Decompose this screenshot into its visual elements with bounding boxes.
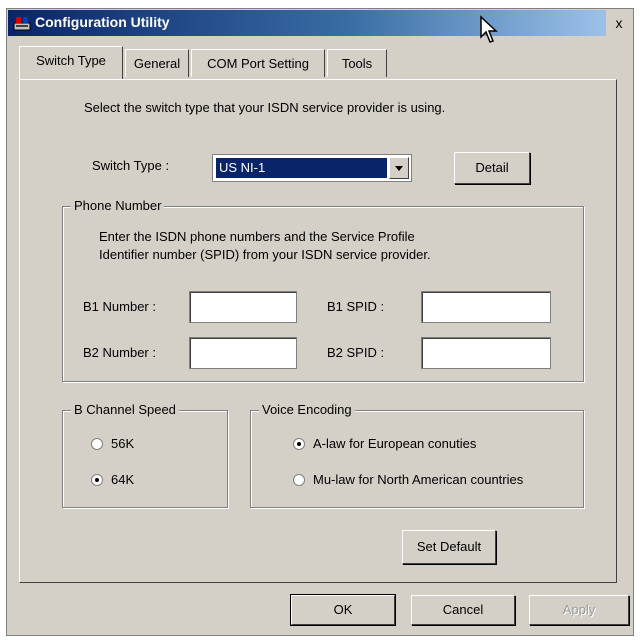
tab-switch-type[interactable]: Switch Type	[19, 46, 123, 79]
apply-button: Apply	[529, 595, 629, 625]
tab-label: General	[133, 56, 181, 71]
b1-number-label: B1 Number :	[83, 299, 156, 314]
cancel-button[interactable]: Cancel	[411, 595, 515, 625]
switch-type-select[interactable]: US NI-1	[212, 154, 412, 182]
b-channel-speed-group: B Channel Speed 56K 64K	[62, 402, 228, 508]
b1-spid-field[interactable]	[421, 291, 551, 323]
tab-label: COM Port Setting	[207, 56, 309, 71]
voice-encoding-title: Voice Encoding	[259, 402, 355, 417]
close-icon: x	[615, 15, 623, 31]
phone-number-group-title: Phone Number	[71, 198, 165, 213]
title-bar[interactable]: Configuration Utility x	[8, 10, 632, 36]
radio-64k-label: 64K	[111, 472, 135, 487]
tab-com-port-setting[interactable]: COM Port Setting	[191, 49, 325, 77]
radio-selected-dot	[297, 442, 301, 446]
radio-64k-button[interactable]	[91, 474, 103, 486]
radio-56k-label: 56K	[111, 436, 135, 451]
tab-label: Tools	[341, 56, 373, 71]
radio-64k[interactable]: 64K	[91, 471, 211, 491]
chevron-down-icon	[395, 166, 403, 171]
b1-number-field[interactable]	[189, 291, 297, 323]
radio-56k-button[interactable]	[91, 438, 103, 450]
radio-selected-dot	[95, 478, 99, 482]
window-title: Configuration Utility	[35, 14, 170, 30]
tab-tools[interactable]: Tools	[327, 49, 387, 77]
cancel-label: Cancel	[442, 602, 484, 617]
radio-mu-law[interactable]: Mu-law for North American countries	[293, 471, 583, 491]
detail-button[interactable]: Detail	[454, 152, 530, 184]
instruction-text: Select the switch type that your ISDN se…	[84, 100, 446, 115]
mouse-pointer-icon	[480, 15, 498, 43]
radio-56k[interactable]: 56K	[91, 435, 211, 455]
ok-button[interactable]: OK	[290, 594, 396, 626]
radio-a-law[interactable]: A-law for European conuties	[293, 435, 573, 455]
detail-button-label: Detail	[475, 160, 509, 175]
b-channel-speed-title: B Channel Speed	[71, 402, 179, 417]
radio-mu-law-button[interactable]	[293, 474, 305, 486]
b1-spid-label: B1 SPID :	[327, 299, 385, 314]
b2-number-label: B2 Number :	[83, 345, 156, 360]
b2-spid-label: B2 SPID :	[327, 345, 385, 360]
app-icon	[13, 17, 31, 31]
voice-encoding-group: Voice Encoding A-law for European conuti…	[250, 402, 584, 508]
set-default-label: Set Default	[416, 539, 482, 554]
close-button[interactable]: x	[606, 10, 632, 36]
switch-type-value: US NI-1	[216, 158, 387, 178]
phone-number-group: Phone Number Enter the ISDN phone number…	[62, 198, 584, 382]
b2-spid-field[interactable]	[421, 337, 551, 369]
radio-a-law-button[interactable]	[293, 438, 305, 450]
phone-description-line1: Enter the ISDN phone numbers and the Ser…	[99, 229, 415, 244]
dropdown-button[interactable]	[389, 157, 409, 179]
radio-mu-law-label: Mu-law for North American countries	[313, 472, 524, 487]
set-default-button[interactable]: Set Default	[402, 530, 496, 564]
switch-type-label: Switch Type :	[92, 158, 170, 173]
apply-label: Apply	[562, 602, 596, 617]
tab-general[interactable]: General	[125, 49, 189, 77]
ok-label: OK	[333, 602, 353, 617]
configuration-utility-window: Configuration Utility x Switch Type Gene…	[6, 8, 634, 636]
radio-a-law-label: A-law for European conuties	[313, 436, 477, 451]
switch-type-panel: Select the switch type that your ISDN se…	[19, 79, 617, 583]
b2-number-field[interactable]	[189, 337, 297, 369]
phone-description-line2: Identifier number (SPID) from your ISDN …	[99, 247, 431, 262]
tab-label: Switch Type	[36, 53, 106, 68]
